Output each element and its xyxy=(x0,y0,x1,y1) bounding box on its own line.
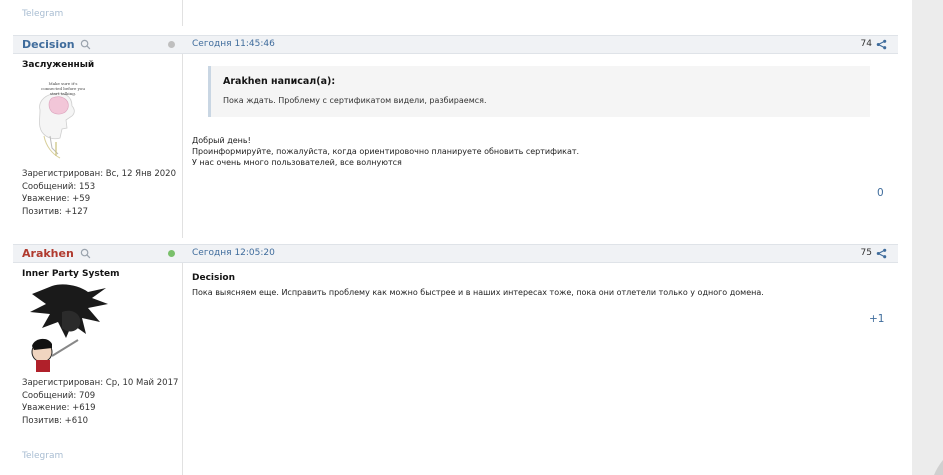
column-divider xyxy=(182,261,183,475)
quote-text: Пока ждать. Проблему с сертификатом виде… xyxy=(223,96,487,105)
avatar-caption: Make sure it's connected before you star… xyxy=(41,81,85,96)
reputation-counter[interactable]: 0 xyxy=(877,187,884,199)
search-icon[interactable] xyxy=(80,39,91,50)
quote-author[interactable]: Arakhen написал(а): xyxy=(223,76,335,87)
search-icon[interactable] xyxy=(80,248,91,259)
message-line: Добрый день! xyxy=(192,136,251,145)
column-divider xyxy=(182,0,183,26)
message-count: Сообщений: 153 xyxy=(22,181,96,192)
post-date[interactable]: Сегодня 11:45:46 xyxy=(192,39,275,49)
reply-to-name[interactable]: Decision xyxy=(192,273,235,283)
respect-count: Уважение: +619 xyxy=(22,403,96,413)
resize-corner-icon xyxy=(934,460,943,475)
positive-count: Позитив: +127 xyxy=(22,206,89,217)
reputation-counter[interactable]: +1 xyxy=(869,313,884,325)
post-header: Arakhen Сегодня 12:05:20 75 xyxy=(13,244,898,263)
post-number[interactable]: 74 xyxy=(861,39,872,49)
positive-count: Позитив: +610 xyxy=(22,415,89,426)
user-stats: Зарегистрирован: Вс, 12 Янв 2020 Сообщен… xyxy=(22,168,176,218)
author-name[interactable]: Decision xyxy=(22,38,75,51)
message-count: Сообщений: 709 xyxy=(22,390,96,401)
user-stats: Зарегистрирован: Ср, 10 Май 2017 Сообщен… xyxy=(22,377,178,427)
author-name[interactable]: Arakhen xyxy=(22,247,74,260)
online-status-dot xyxy=(168,250,175,257)
share-icon[interactable] xyxy=(876,39,887,50)
page-gutter xyxy=(912,0,943,475)
column-divider xyxy=(182,52,183,238)
post-header: Decision Сегодня 11:45:46 74 xyxy=(13,35,898,54)
post-date[interactable]: Сегодня 12:05:20 xyxy=(192,248,275,258)
telegram-link[interactable]: Telegram xyxy=(22,9,63,19)
user-rank: Inner Party System xyxy=(22,269,120,279)
telegram-link[interactable]: Telegram xyxy=(22,451,63,461)
quote-block: Arakhen написал(а): Пока ждать. Проблему… xyxy=(208,66,870,117)
message-line: Проинформируйте, пожалуйста, когда ориен… xyxy=(192,147,580,156)
message-line: Пока выясняем еще. Исправить проблему ка… xyxy=(192,288,764,297)
respect-count: Уважение: +59 xyxy=(22,194,91,204)
registration-date: Зарегистрирован: Ср, 10 Май 2017 xyxy=(22,378,179,388)
share-icon[interactable] xyxy=(876,248,887,259)
post-message: Добрый день! Проинформируйте, пожалуйста… xyxy=(192,135,579,168)
user-rank: Заслуженный xyxy=(22,60,95,70)
registration-date: Зарегистрирован: Вс, 12 Янв 2020 xyxy=(22,169,176,179)
message-line: У нас очень много пользователей, все вол… xyxy=(192,158,402,167)
post-number[interactable]: 75 xyxy=(861,248,872,258)
offline-status-dot xyxy=(168,41,175,48)
forum-page: Telegram Decision Сегодня 11:45:46 74 За… xyxy=(0,0,912,475)
post-message: Пока выясняем еще. Исправить проблему ка… xyxy=(192,287,764,298)
avatar[interactable] xyxy=(22,282,111,372)
